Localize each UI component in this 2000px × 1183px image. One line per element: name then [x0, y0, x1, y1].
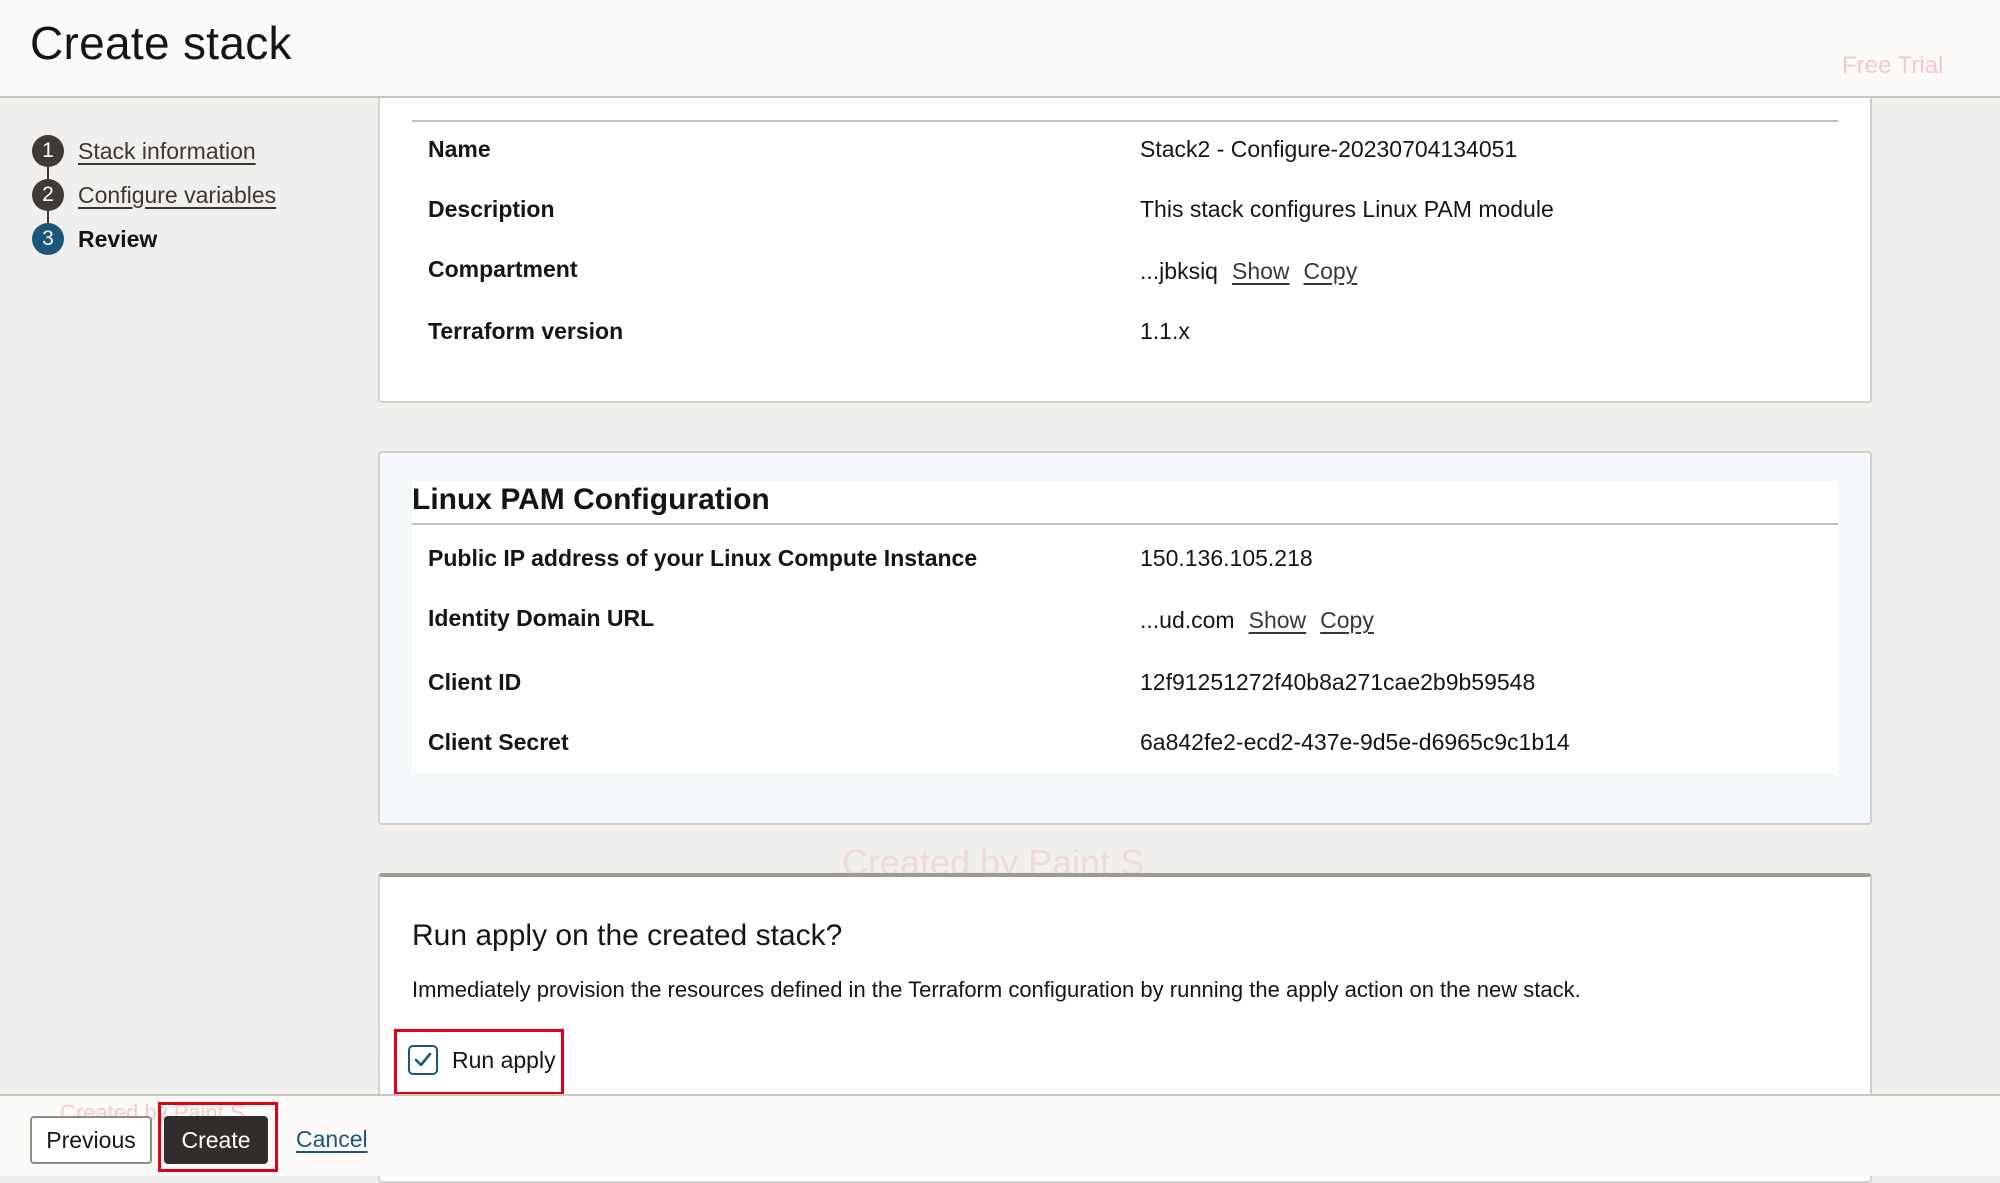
run-apply-highlight — [394, 1029, 564, 1095]
previous-button[interactable]: Previous — [30, 1116, 152, 1164]
step-label-stack-information[interactable]: Stack information — [78, 138, 256, 165]
identity-domain-copy-link[interactable]: Copy — [1320, 607, 1374, 633]
identity-domain-value-group: ...ud.com Show Copy — [1140, 607, 1374, 634]
client-id-label: Client ID — [428, 669, 522, 695]
run-apply-title: Run apply on the created stack? — [412, 919, 843, 952]
client-secret-label: Client Secret — [428, 729, 569, 755]
step-label-review: Review — [78, 225, 158, 252]
compartment-copy-link[interactable]: Copy — [1304, 258, 1358, 284]
public-ip-value: 150.136.105.218 — [1140, 545, 1313, 571]
page-title: Create stack — [30, 17, 292, 69]
section-divider — [412, 523, 1838, 525]
stack-info-list: Name Stack2 - Configure-20230704134051 D… — [412, 122, 1838, 374]
page-header: Create stack Free Trial — [0, 0, 2000, 98]
public-ip-label: Public IP address of your Linux Compute … — [428, 545, 978, 571]
step-number-1: 1 — [32, 135, 64, 167]
pam-config-list: Linux PAM Configuration Public IP addres… — [412, 481, 1838, 773]
compartment-show-link[interactable]: Show — [1232, 258, 1290, 284]
free-trial-badge[interactable]: Free Trial — [1842, 52, 1943, 80]
identity-domain-value: ...ud.com — [1140, 607, 1235, 633]
create-highlight — [158, 1102, 278, 1172]
footer-bar: Created by Paint S Previous Create Cance… — [0, 1094, 2000, 1176]
step-label-configure-variables[interactable]: Configure variables — [78, 182, 276, 209]
description-value: This stack configures Linux PAM module — [1140, 196, 1554, 222]
name-value: Stack2 - Configure-20230704134051 — [1140, 136, 1518, 162]
identity-domain-show-link[interactable]: Show — [1249, 607, 1307, 633]
compartment-label: Compartment — [428, 256, 578, 282]
step-stack-information[interactable]: 1 Stack information — [32, 134, 256, 168]
terraform-version-value: 1.1.x — [1140, 318, 1190, 344]
identity-domain-label: Identity Domain URL — [428, 605, 655, 631]
name-label: Name — [428, 136, 491, 162]
pam-config-panel: Linux PAM Configuration Public IP addres… — [378, 451, 1872, 825]
client-id-value: 12f91251272f40b8a271cae2b9b59548 — [1140, 669, 1536, 695]
compartment-value-group: ...jbksiq Show Copy — [1140, 258, 1357, 285]
terraform-version-label: Terraform version — [428, 318, 624, 344]
pam-config-title: Linux PAM Configuration — [412, 483, 770, 516]
client-secret-value: 6a842fe2-ecd2-437e-9d5e-d6965c9c1b14 — [1140, 729, 1570, 755]
step-number-2: 2 — [32, 179, 64, 211]
compartment-value: ...jbksiq — [1140, 258, 1218, 284]
run-apply-description: Immediately provision the resources defi… — [412, 977, 1581, 1002]
stack-info-panel: Name Stack2 - Configure-20230704134051 D… — [378, 98, 1872, 403]
step-configure-variables[interactable]: 2 Configure variables — [32, 178, 276, 212]
description-label: Description — [428, 196, 555, 222]
step-review: 3 Review — [32, 222, 157, 256]
step-number-3: 3 — [32, 223, 64, 255]
cancel-link[interactable]: Cancel — [296, 1126, 368, 1153]
